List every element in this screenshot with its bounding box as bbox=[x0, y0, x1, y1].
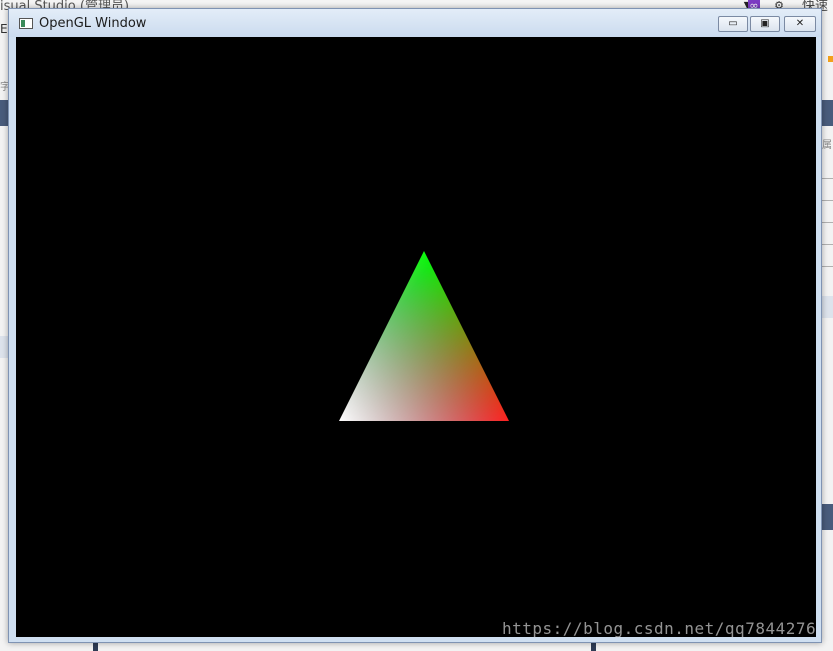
maximize-button[interactable]: ▣ bbox=[750, 16, 780, 32]
background-output-header bbox=[822, 504, 833, 530]
render-canvas bbox=[16, 37, 816, 637]
window-title: OpenGL Window bbox=[39, 16, 147, 31]
render-viewport[interactable] bbox=[16, 37, 816, 637]
background-divider bbox=[822, 222, 833, 223]
close-button[interactable]: ✕ bbox=[784, 16, 816, 32]
background-divider bbox=[822, 178, 833, 179]
window-app-icon[interactable] bbox=[19, 18, 33, 29]
background-divider bbox=[822, 200, 833, 201]
background-divider bbox=[822, 244, 833, 245]
opengl-window[interactable]: OpenGL Window ▭ ▣ ✕ bbox=[8, 8, 822, 643]
minimize-button[interactable]: ▭ bbox=[718, 16, 748, 32]
background-properties-fragment: 属 bbox=[822, 140, 832, 151]
background-tab-strip-right bbox=[822, 100, 833, 126]
background-menu-fragment: E bbox=[0, 22, 8, 36]
background-divider bbox=[822, 266, 833, 267]
background-notification-icon bbox=[828, 56, 833, 62]
background-panel-header bbox=[822, 296, 833, 318]
background-panel-header-left bbox=[0, 336, 8, 358]
window-title-bar[interactable]: OpenGL Window ▭ ▣ ✕ bbox=[9, 9, 821, 37]
watermark-text: https://blog.csdn.net/qq7844276 bbox=[502, 619, 817, 638]
background-tab-strip-left bbox=[0, 100, 8, 126]
